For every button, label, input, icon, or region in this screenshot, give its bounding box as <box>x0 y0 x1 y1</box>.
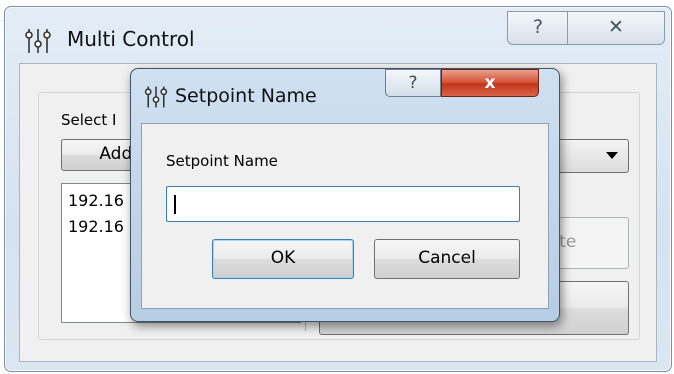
cancel-button[interactable]: Cancel <box>374 239 520 279</box>
help-button[interactable]: ? <box>507 11 569 45</box>
title-bar[interactable]: Multi Control ? ✕ <box>5 7 671 65</box>
text-caret <box>174 195 176 214</box>
close-icon: x <box>484 73 496 93</box>
dialog-close-button[interactable]: x <box>441 69 539 97</box>
dialog-client-area: Setpoint Name OK Cancel <box>141 123 549 309</box>
sliders-icon <box>144 86 168 108</box>
dialog-title: Setpoint Name <box>175 85 317 107</box>
setpoint-name-dialog: Setpoint Name ? x Setpoint Name OK Cance… <box>130 68 560 322</box>
cancel-button-label: Cancel <box>418 248 476 268</box>
setpoint-name-label: Setpoint Name <box>166 152 278 170</box>
close-icon: ✕ <box>608 16 624 38</box>
close-button[interactable]: ✕ <box>567 11 665 45</box>
ok-button[interactable]: OK <box>212 239 354 279</box>
dialog-help-button[interactable]: ? <box>385 69 441 97</box>
help-icon: ? <box>532 16 544 38</box>
ok-button-label: OK <box>270 248 296 268</box>
window-title: Multi Control <box>67 27 195 51</box>
select-label: Select I <box>61 111 117 129</box>
setpoint-name-input[interactable] <box>166 186 520 222</box>
chevron-down-icon <box>606 152 618 159</box>
sliders-icon <box>25 29 51 53</box>
help-icon: ? <box>408 73 418 93</box>
